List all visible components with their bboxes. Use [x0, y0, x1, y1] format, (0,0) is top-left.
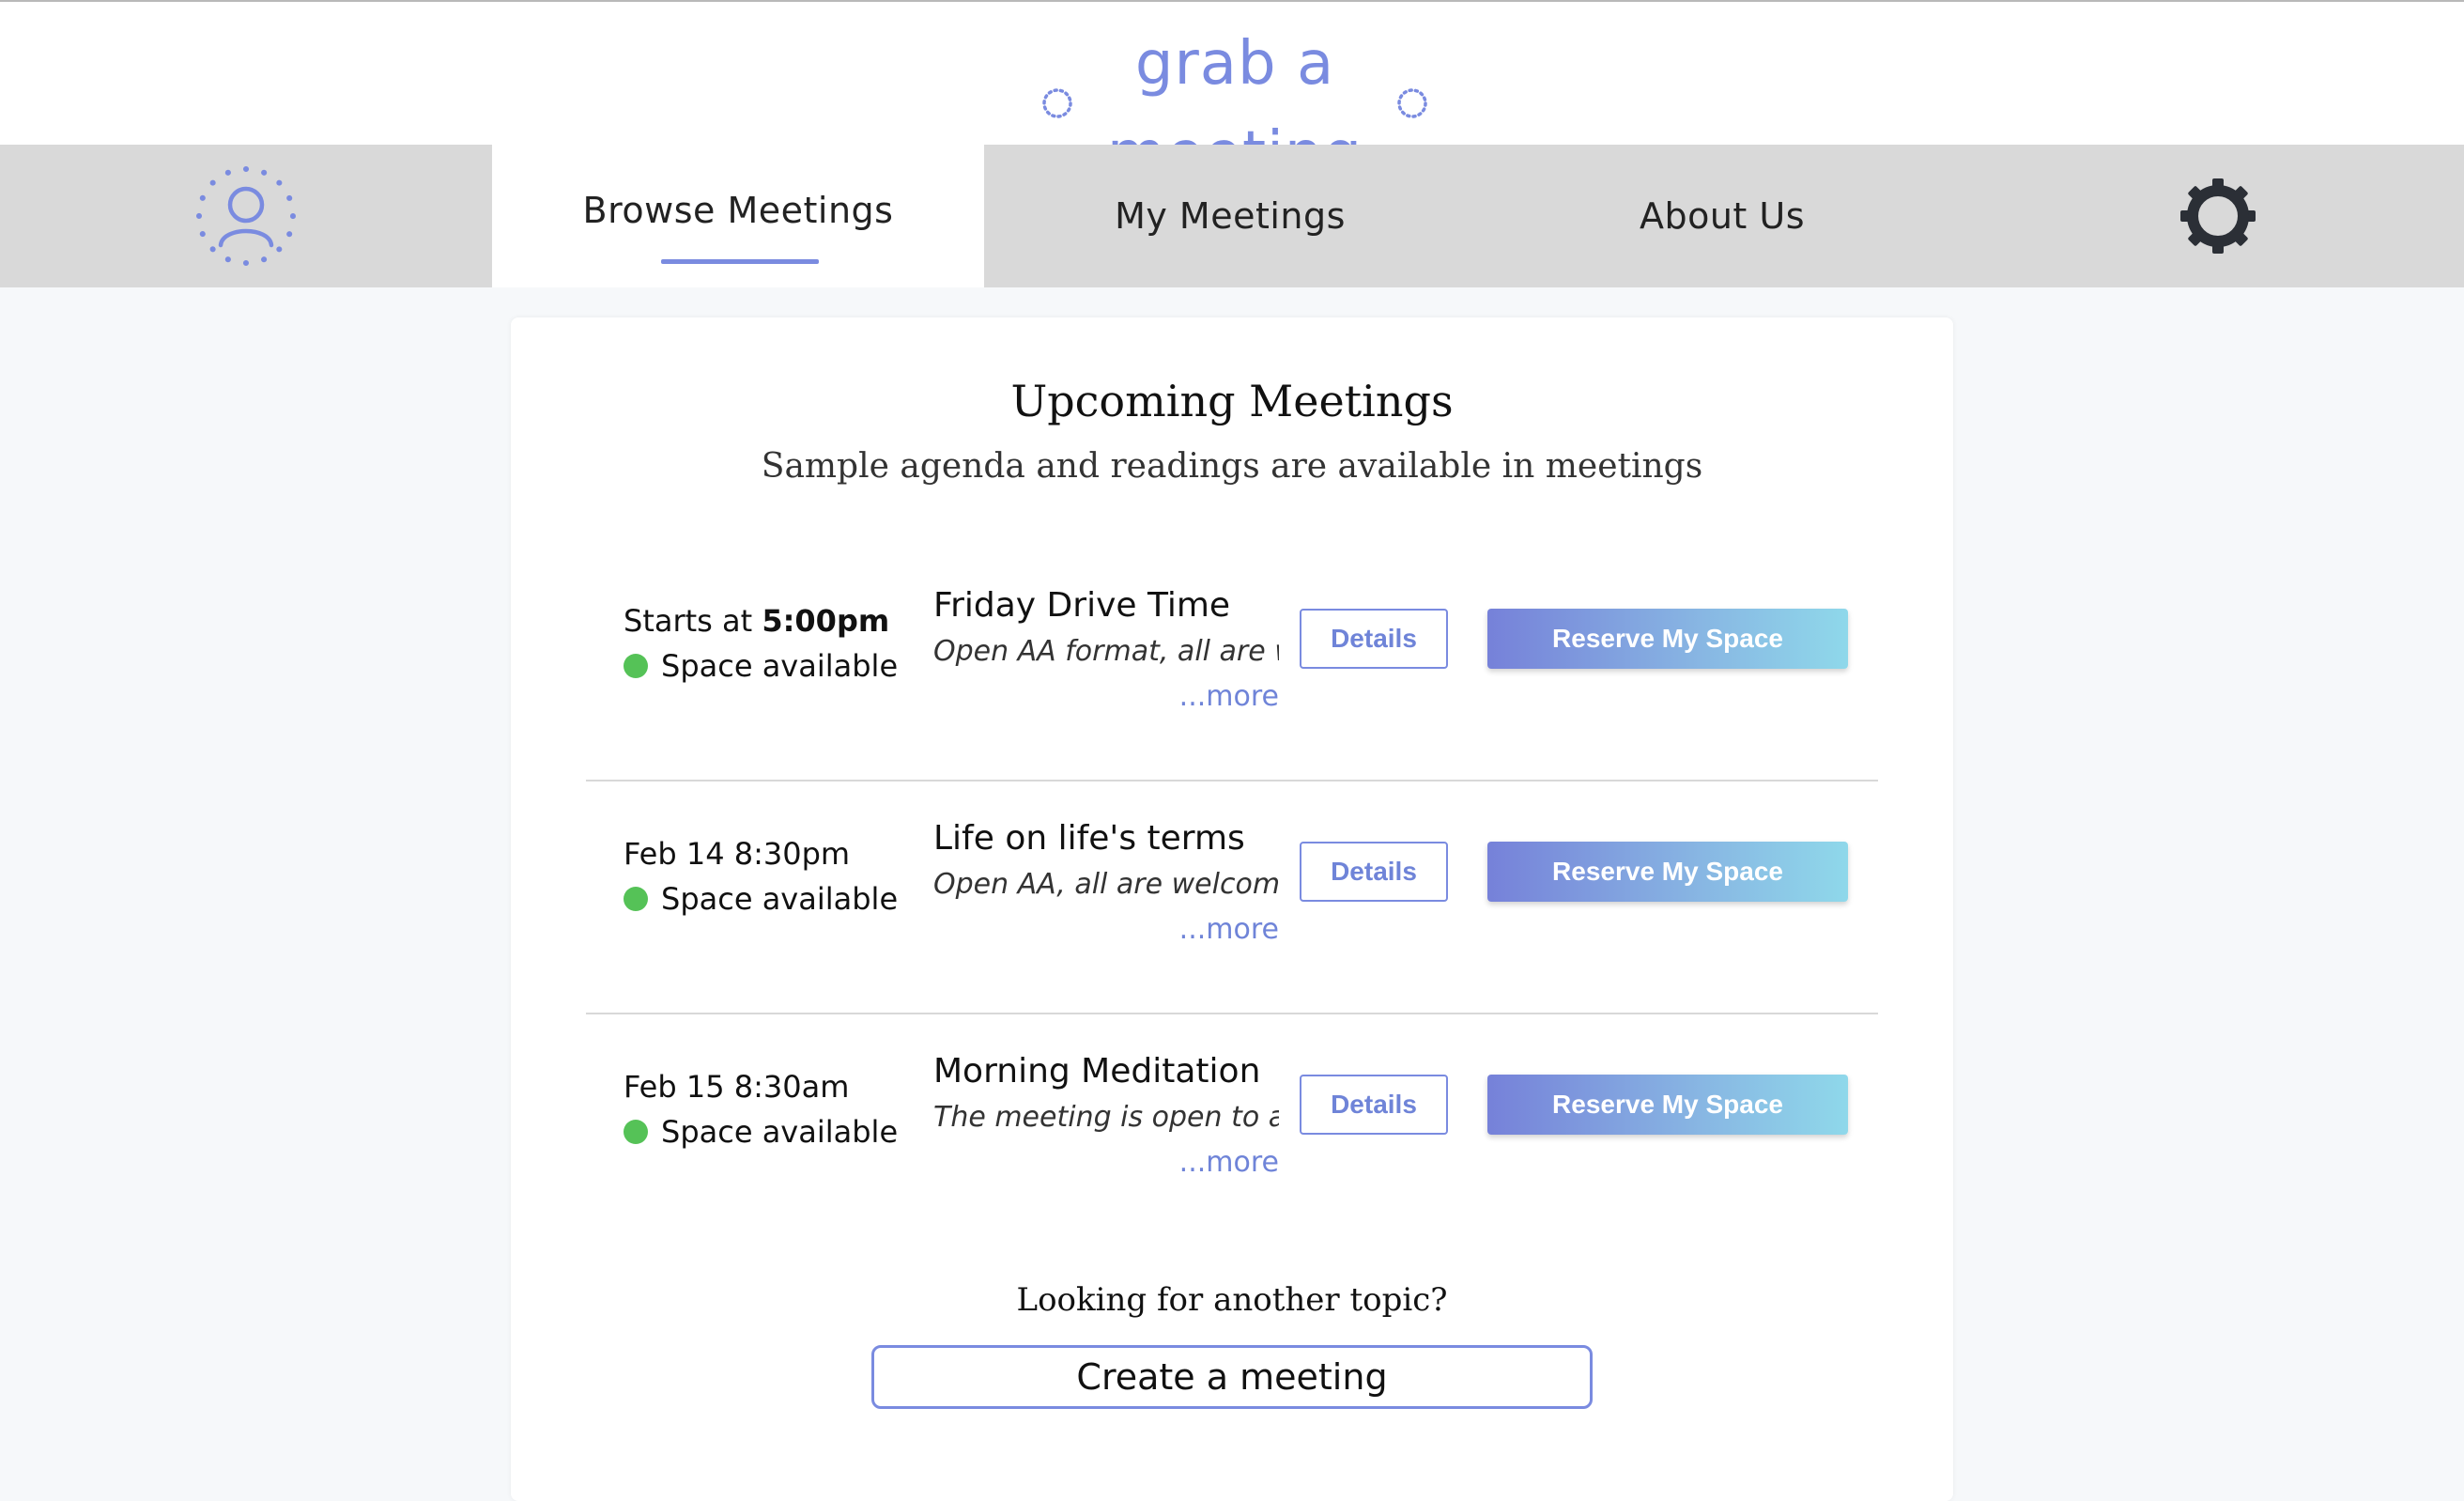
availability-label: Space available	[661, 648, 899, 684]
meeting-title: Morning Meditation	[933, 1052, 1261, 1091]
reserve-button[interactable]: Reserve My Space	[1487, 1075, 1848, 1135]
details-button[interactable]: Details	[1300, 842, 1448, 902]
availability-status: Space available	[624, 1114, 898, 1150]
tab-my-meetings[interactable]: My Meetings	[984, 145, 1476, 287]
page-title: Upcoming Meetings	[1010, 376, 1454, 426]
meeting-title: Friday Drive Time	[933, 586, 1231, 625]
main-nav: Browse Meetings My Meetings About Us	[0, 145, 2464, 287]
reserve-button[interactable]: Reserve My Space	[1487, 842, 1848, 902]
brand-logo[interactable]: grab a meeting	[1033, 19, 1437, 189]
details-button[interactable]: Details	[1300, 1075, 1448, 1135]
meeting-row: Feb 15 8:30am Space available Morning Me…	[586, 1014, 1878, 1247]
upcoming-meetings-card: Upcoming Meetings Sample agenda and read…	[511, 317, 1953, 1501]
meeting-row: Starts at 5:00pm Space available Friday …	[586, 549, 1878, 781]
meeting-description: Open AA, all are welcome.	[933, 868, 1279, 901]
availability-label: Space available	[661, 881, 899, 917]
logo-dot-ring-icon	[1042, 88, 1072, 118]
active-tab-indicator	[661, 259, 819, 264]
more-link[interactable]: ...more	[1168, 680, 1279, 713]
meeting-description: Open AA format, all are w	[933, 635, 1279, 668]
availability-status: Space available	[624, 648, 898, 684]
tab-browse-meetings[interactable]: Browse Meetings	[492, 145, 984, 287]
meeting-time: Starts at 5:00pm	[624, 603, 889, 639]
availability-label: Space available	[661, 1114, 899, 1150]
meeting-title: Life on life's terms	[933, 819, 1245, 858]
settings-button[interactable]	[1972, 145, 2464, 287]
status-dot-icon	[624, 1120, 648, 1144]
meeting-row: Feb 14 8:30pm Space available Life on li…	[586, 781, 1878, 1014]
more-link[interactable]: ...more	[1168, 913, 1279, 946]
another-topic-prompt: Looking for another topic?	[1016, 1281, 1448, 1319]
status-dot-icon	[624, 887, 648, 911]
logo-dot-ring-icon	[1397, 88, 1427, 118]
reserve-button[interactable]: Reserve My Space	[1487, 609, 1848, 669]
create-meeting-button[interactable]: Create a meeting	[871, 1345, 1593, 1409]
more-link[interactable]: ...more	[1168, 1146, 1279, 1179]
availability-status: Space available	[624, 881, 898, 917]
tab-label: My Meetings	[1115, 195, 1346, 237]
meeting-time: Feb 14 8:30pm	[624, 836, 851, 872]
meeting-description: The meeting is open to al	[933, 1101, 1279, 1134]
time-prefix: Starts at	[624, 603, 762, 639]
time-value: 5:00pm	[762, 603, 890, 639]
status-dot-icon	[624, 654, 648, 678]
page-subtitle: Sample agenda and readings are available…	[761, 447, 1703, 486]
logo-header: grab a meeting	[0, 2, 2464, 189]
tab-label: About Us	[1639, 195, 1806, 237]
user-icon	[196, 166, 296, 266]
gear-icon	[2180, 178, 2256, 254]
details-button[interactable]: Details	[1300, 609, 1448, 669]
tab-label: Browse Meetings	[582, 190, 894, 231]
tab-about-us[interactable]: About Us	[1476, 145, 1968, 287]
profile-button[interactable]	[0, 145, 492, 287]
meeting-time: Feb 15 8:30am	[624, 1069, 850, 1105]
